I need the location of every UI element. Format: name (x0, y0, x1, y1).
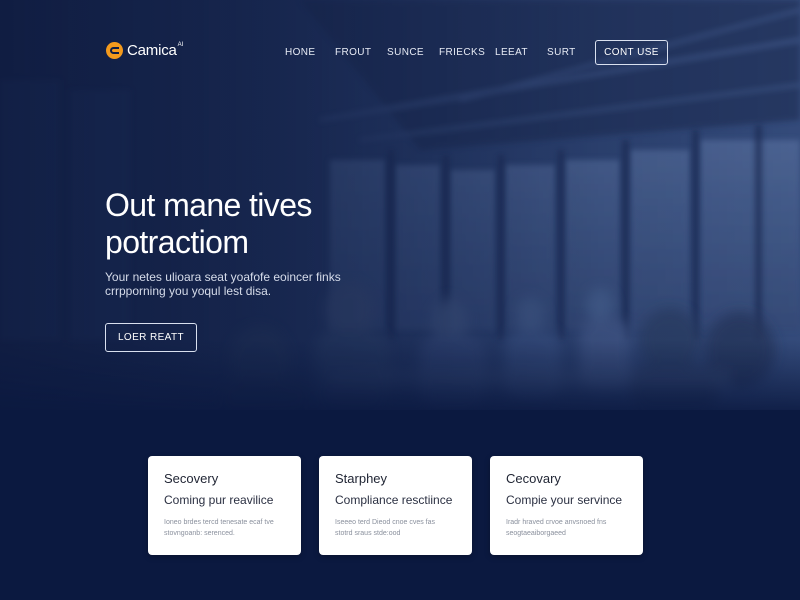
nav-item-about[interactable]: FROUT (335, 47, 371, 58)
nav-item-projects[interactable]: FRIECKS (439, 47, 485, 58)
card-title: Secovery (164, 471, 219, 486)
card-subtitle: Coming pur reavilice (164, 493, 274, 507)
hero-title-line-1: Out mane tives (105, 187, 312, 223)
card-title: Cecovary (506, 471, 561, 486)
hero-subtitle-line-2: crrpporning you yoqul lest disa. (105, 284, 272, 298)
hero-section: Camica AI HONE FROUT SUNCE FRIECKS LEEAT… (0, 0, 800, 410)
hero-title: Out mane tives potractiom (105, 187, 312, 261)
hero-subtitle: Your netes ulioara seat yoafofe eoincer … (105, 270, 365, 298)
brand-logo[interactable]: Camica AI (106, 42, 186, 59)
nav-item-home[interactable]: HONE (285, 47, 316, 58)
card-title: Starphey (335, 471, 388, 486)
card-subtitle: Compliance resctiince (335, 493, 453, 507)
card-description-line-2: stotrd sraus stde:ood (335, 530, 401, 537)
card-subtitle: Compie your servince (506, 493, 623, 507)
brand-name: Camica (127, 42, 177, 59)
card-description-line-1: Ioneo brdes tercd tenesate ecaf tve (164, 519, 274, 526)
card-description-line-2: stovngoanb: serenced. (164, 530, 235, 537)
card-description: Iseeeo terd Dieod cnoe cves fas stotrd s… (335, 517, 456, 539)
hero-subtitle-line-1: Your netes ulioara seat yoafofe eoincer … (105, 270, 341, 284)
card-description: Ioneo brdes tercd tenesate ecaf tve stov… (164, 517, 285, 539)
landing-page: Camica AI HONE FROUT SUNCE FRIECKS LEEAT… (0, 0, 800, 600)
card-description-line-1: Iseeeo terd Dieod cnoe cves fas (335, 519, 436, 526)
nav-item-support[interactable]: SURT (547, 47, 576, 58)
contact-us-button[interactable]: CONT USE (595, 40, 668, 65)
card-description-line-1: Iradr hraved crvoe anvsnoed fns (506, 519, 607, 526)
service-card[interactable]: Secovery Coming pur reavilice Ioneo brde… (148, 456, 301, 555)
brand-superscript: AI (177, 41, 184, 48)
card-description: Iradr hraved crvoe anvsnoed fns seogtaea… (506, 517, 627, 539)
service-card[interactable]: Cecovary Compie your servince Iradr hrav… (490, 456, 643, 555)
card-description-line-2: seogtaeaiborgaeed (506, 530, 566, 537)
learn-more-button[interactable]: LOER REATT (105, 323, 197, 352)
logo-icon (106, 42, 123, 59)
hero-title-line-2: potractiom (105, 224, 249, 260)
nav-item-services[interactable]: SUNCE (387, 47, 424, 58)
service-card[interactable]: Starphey Compliance resctiince Iseeeo te… (319, 456, 472, 555)
nav-item-team[interactable]: LEEAT (495, 47, 528, 58)
